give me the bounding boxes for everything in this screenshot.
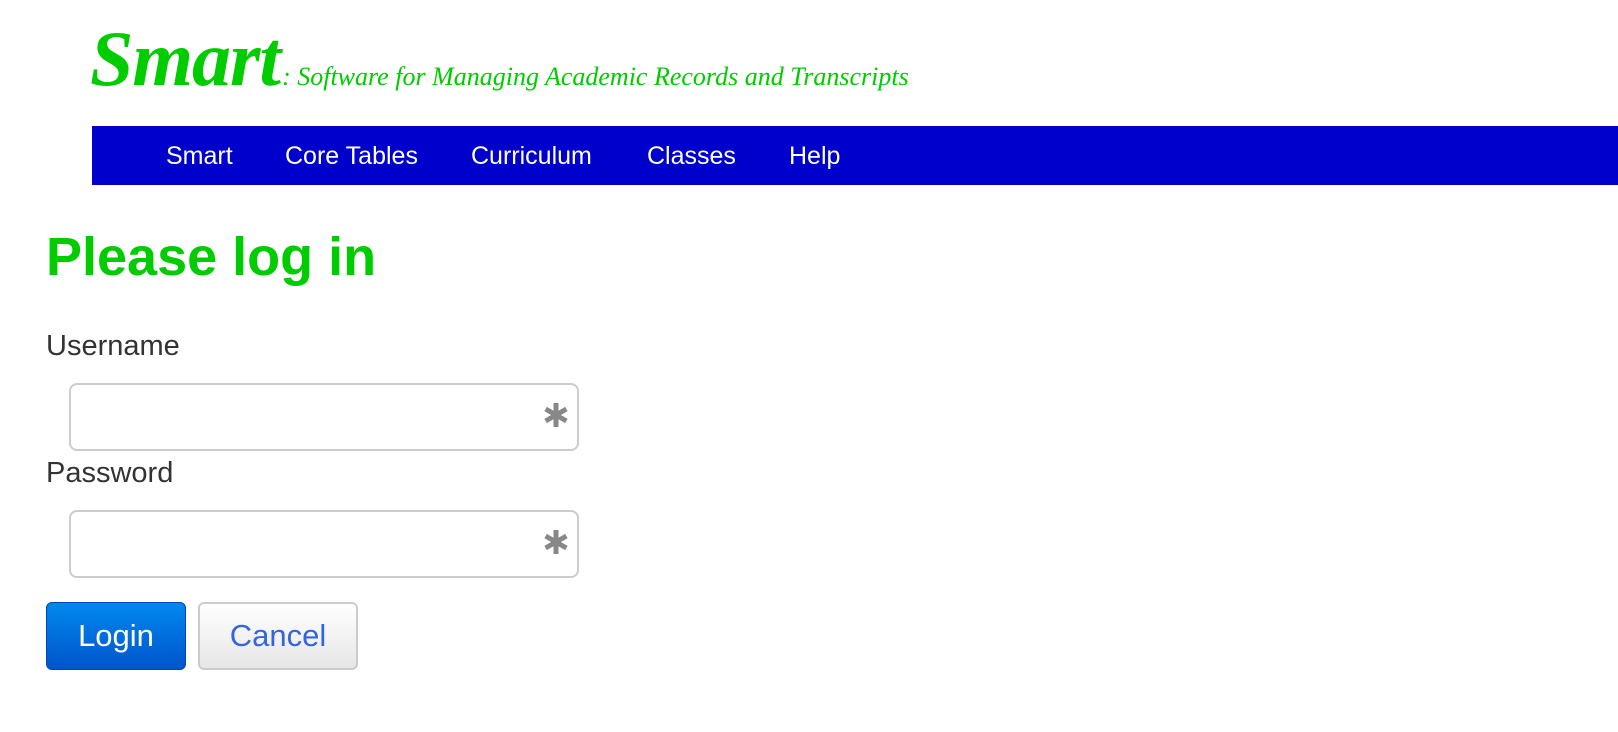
username-field-wrapper (69, 383, 579, 451)
login-page: Smart: Software for Managing Academic Re… (0, 0, 1618, 732)
username-input[interactable] (71, 385, 531, 449)
nav-item-classes[interactable]: Classes (647, 126, 736, 185)
asterisk-icon (544, 403, 568, 427)
nav-item-curriculum[interactable]: Curriculum (471, 126, 592, 185)
cancel-button[interactable]: Cancel (198, 602, 358, 670)
nav-item-smart[interactable]: Smart (166, 126, 233, 185)
nav-item-core-tables[interactable]: Core Tables (285, 126, 418, 185)
asterisk-icon (544, 530, 568, 554)
password-field-wrapper (69, 510, 579, 578)
nav-item-help[interactable]: Help (789, 126, 840, 185)
app-logo: Smart (90, 15, 281, 102)
login-button[interactable]: Login (46, 602, 186, 670)
password-label: Password (46, 457, 174, 489)
app-tagline: : Software for Managing Academic Records… (282, 62, 909, 91)
app-brand: Smart: Software for Managing Academic Re… (90, 14, 909, 104)
password-input[interactable] (71, 512, 531, 576)
main-navbar: Smart Core Tables Curriculum Classes Hel… (92, 126, 1618, 185)
page-title: Please log in (46, 227, 377, 287)
username-label: Username (46, 330, 180, 362)
